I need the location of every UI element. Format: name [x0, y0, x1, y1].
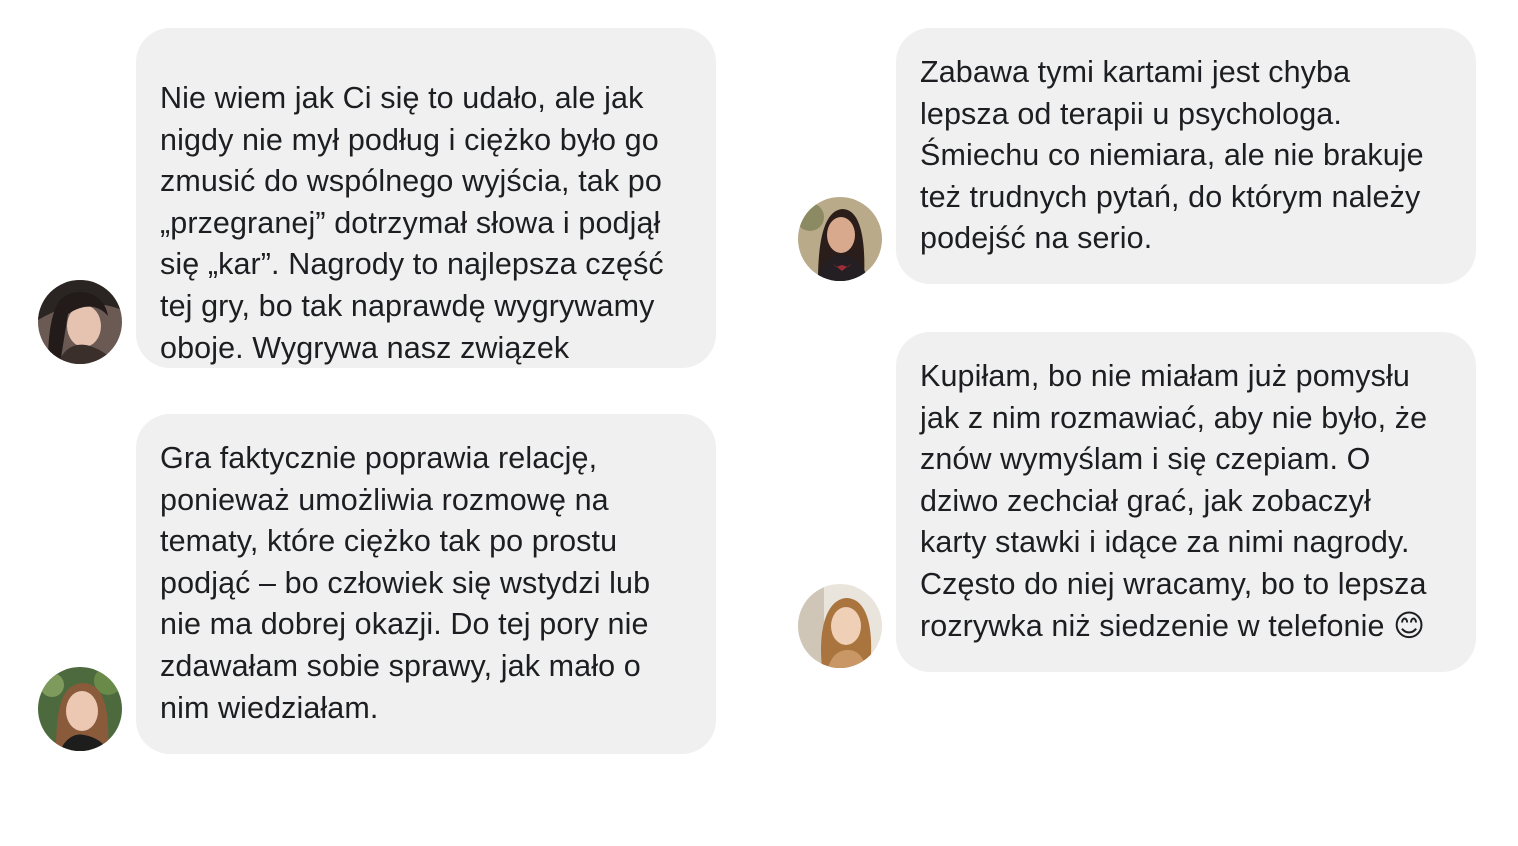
message-line: tematy, które ciężko tak po prostu — [160, 524, 618, 559]
user-avatar — [798, 197, 882, 281]
message-line: podjąć – bo człowiek się wstydzi lub — [160, 565, 651, 600]
avatar-photo-icon — [38, 667, 122, 751]
message-line: dziwo zechciał grać, jak zobaczył — [920, 483, 1371, 518]
message-bubble: Gra faktycznie poprawia relację, poniewa… — [136, 414, 716, 754]
message-text: Zabawa tymi kartami jest chyba lepsza od… — [920, 28, 1452, 260]
user-avatar — [798, 584, 882, 668]
message-text: Nie wiem jak Ci się to udało, ale jak ni… — [160, 28, 692, 369]
message-line: „przegranej” dotrzymał słowa i podjął — [160, 205, 661, 240]
message-bubble: Zabawa tymi kartami jest chyba lepsza od… — [896, 28, 1476, 284]
message-line: Często do niej wracamy, bo to lepsza — [920, 566, 1427, 601]
message-line: rozrywka niż siedzenie w telefonie 😊 — [920, 608, 1425, 643]
avatar-photo-icon — [38, 280, 122, 364]
message-line: karty stawki i idące za nimi nagrody. — [920, 525, 1410, 560]
user-avatar — [38, 667, 122, 751]
message-line: nigdy nie mył podług i ciężko było go — [160, 122, 659, 157]
message-text: Kupiłam, bo nie miałam już pomysłu jak z… — [920, 332, 1452, 647]
message-line: tej gry, bo tak naprawdę wygrywamy — [160, 288, 655, 323]
message-line: Nie wiem jak Ci się to udało, ale jak — [160, 81, 644, 115]
message-line: zdawałam sobie sprawy, jak mało o — [160, 648, 641, 683]
avatar-photo-icon — [798, 584, 882, 668]
message-line: zmusić do wspólnego wyjścia, tak po — [160, 164, 662, 199]
message-line: lepsza od terapii u psychologa. — [920, 96, 1342, 131]
message-line: nim wiedziałam. — [160, 690, 379, 725]
message-line: znów wymyślam i się czepiam. O — [920, 442, 1371, 477]
message-line: Zabawa tymi kartami jest chyba — [920, 55, 1351, 89]
message-line: nie ma dobrej okazji. Do tej pory nie — [160, 607, 649, 642]
message-text: Gra faktycznie poprawia relację, poniewa… — [160, 414, 692, 729]
message-line: podejść na serio. — [920, 221, 1153, 256]
message-bubble: Kupiłam, bo nie miałam już pomysłu jak z… — [896, 332, 1476, 672]
message-line: Kupiłam, bo nie miałam już pomysłu — [920, 359, 1410, 393]
message-line: Gra faktycznie poprawia relację, — [160, 441, 598, 475]
message-line: oboje. Wygrywa nasz związek — [160, 330, 570, 365]
message-line: ponieważ umożliwia rozmowę na — [160, 482, 609, 517]
message-line: Śmiechu co niemiara, ale nie brakuje — [920, 138, 1424, 173]
avatar-photo-icon — [798, 197, 882, 281]
message-bubble: Nie wiem jak Ci się to udało, ale jak ni… — [136, 28, 716, 368]
message-line: się „kar”. Nagrody to najlepsza część — [160, 247, 664, 282]
message-line: też trudnych pytań, do którym należy — [920, 179, 1421, 214]
user-avatar — [38, 280, 122, 364]
message-line: jak z nim rozmawiać, aby nie było, że — [920, 400, 1428, 435]
